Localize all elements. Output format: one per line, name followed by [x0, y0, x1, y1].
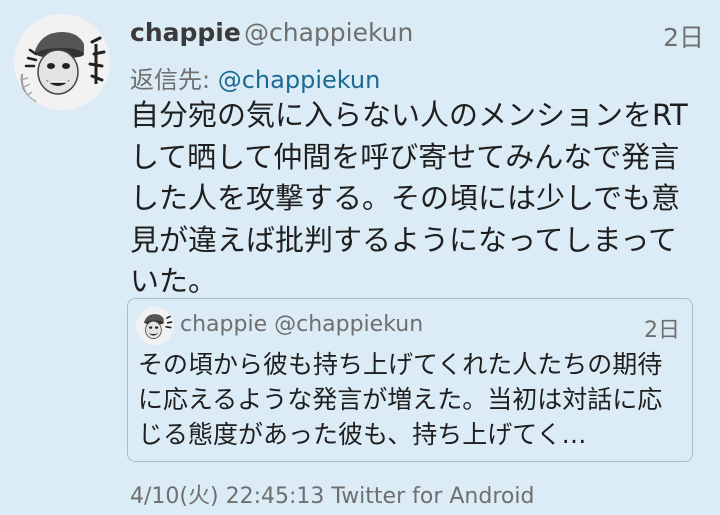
- reply-mention-link[interactable]: @chappiekun: [218, 66, 381, 94]
- quoted-tweet-card[interactable]: chappie @chappiekun 2日 その頃から彼も持ち上げてくれた人た…: [127, 298, 693, 462]
- quote-display-name: chappie: [180, 312, 268, 337]
- tweet-footer: 4/10(火) 22:45:13 Twitter for Android: [130, 478, 534, 510]
- footer-client[interactable]: Twitter for Android: [331, 484, 534, 509]
- quote-handle: @chappiekun: [274, 312, 424, 337]
- reply-label: 返信先:: [130, 66, 211, 94]
- footer-date: 4/10(火): [130, 484, 219, 509]
- user-handle[interactable]: @chappiekun: [244, 18, 413, 47]
- quote-avatar[interactable]: [136, 307, 174, 345]
- avatar-icon: [14, 14, 110, 110]
- quote-text: その頃から彼も持ち上げてくれた人たちの期待に応えるような発言が増えた。当初は対話…: [138, 350, 663, 449]
- display-name[interactable]: chappie: [130, 18, 241, 47]
- footer-clock: 22:45:13: [225, 484, 325, 509]
- quote-time: 2日: [644, 318, 680, 343]
- avatar[interactable]: [14, 14, 110, 110]
- avatar-icon: [136, 307, 174, 345]
- quote-author: chappie @chappiekun: [180, 312, 423, 337]
- reply-to-line: 返信先: @chappiekun: [130, 60, 380, 95]
- tweet-time: 2日: [663, 23, 704, 52]
- tweet-text: 自分宛の気に入らない人のメンションをRTして晒して仲間を呼び寄せてみんなで発言し…: [130, 98, 688, 298]
